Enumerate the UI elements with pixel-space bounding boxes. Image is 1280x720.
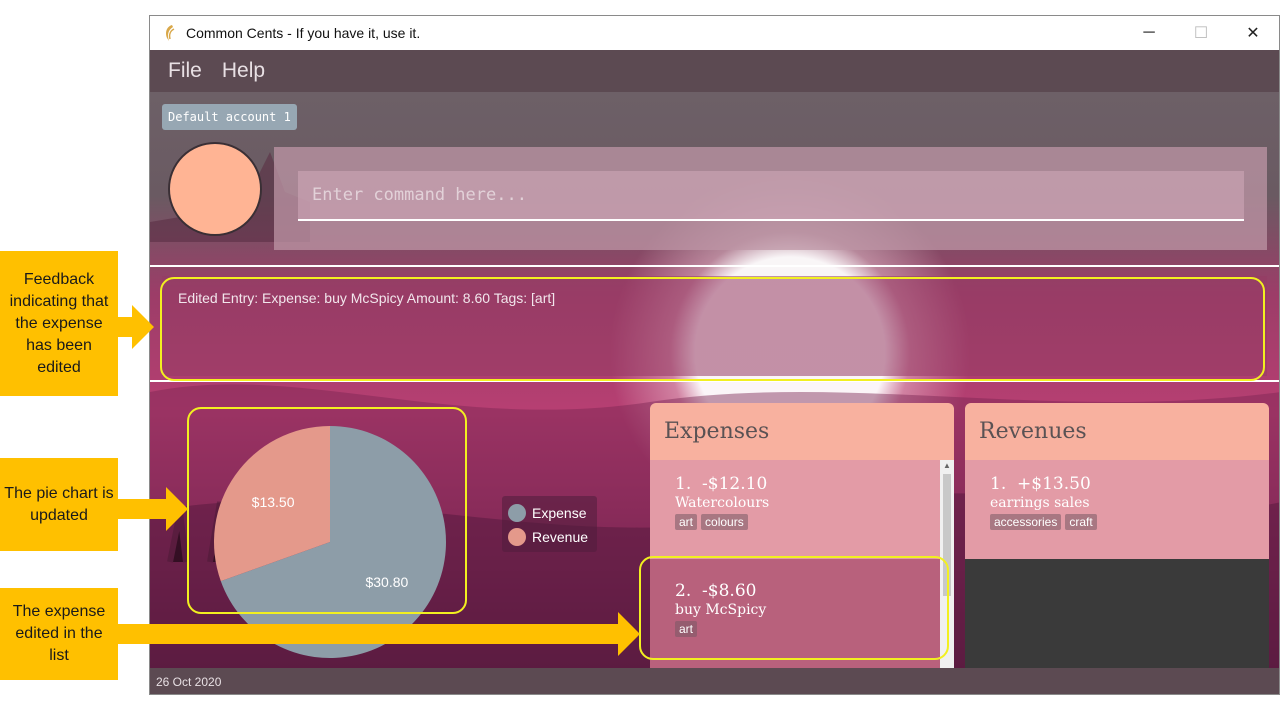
app-logo-icon [166, 25, 175, 41]
avatar [168, 142, 262, 236]
entry-title: 1. -$12.10 [675, 474, 768, 494]
title-bar: Common Cents - If you have it, use it. ─… [150, 16, 1279, 50]
callout-pie: The pie chart is updated [0, 458, 118, 551]
entry-tags: art colours [675, 514, 954, 530]
menu-file[interactable]: File [168, 59, 202, 83]
highlight-pie [187, 407, 467, 614]
arrow-pie [118, 487, 188, 531]
revenues-panel: Revenues 1. +$13.50 earrings sales acces… [965, 403, 1269, 668]
entry-description: earrings sales [990, 495, 1090, 511]
legend-label-expense: Expense [532, 505, 587, 521]
close-button[interactable]: ✕ [1227, 16, 1279, 50]
legend-label-revenue: Revenue [532, 529, 589, 545]
legend-item-expense: Expense [508, 501, 591, 525]
status-bar: 26 Oct 2020 [150, 668, 1279, 694]
expenses-title: Expenses [650, 403, 954, 460]
legend-item-revenue: Revenue [508, 525, 591, 549]
window-title: Common Cents - If you have it, use it. [186, 25, 421, 41]
command-input[interactable] [298, 171, 1244, 221]
legend-swatch-revenue [508, 528, 526, 546]
arrow-feedback [118, 305, 154, 349]
maximize-button[interactable]: ☐ [1175, 16, 1227, 50]
entry-description: Watercolours [675, 495, 770, 511]
command-panel [274, 147, 1267, 250]
menu-bar: File Help [150, 50, 1279, 92]
screenshot-stage: Feedback indicating that the expense has… [0, 0, 1280, 720]
callout-list: The expense edited in the list [0, 588, 118, 680]
highlight-feedback [160, 277, 1265, 381]
tag: colours [701, 514, 748, 530]
entry-title: 1. +$13.50 [990, 474, 1091, 494]
status-date: 26 Oct 2020 [156, 675, 222, 689]
tag: craft [1065, 514, 1097, 530]
tag: art [675, 514, 698, 530]
revenues-title: Revenues [965, 403, 1269, 460]
chart-legend: Expense Revenue [502, 496, 597, 552]
scroll-up-icon[interactable]: ▲ [940, 460, 954, 472]
legend-swatch-expense [508, 504, 526, 522]
list-item[interactable]: 1. -$12.10 Watercolours art colours [650, 460, 954, 559]
revenues-list[interactable]: 1. +$13.50 earrings sales accessories cr… [965, 460, 1269, 668]
account-tag[interactable]: Default account 1 [162, 104, 297, 130]
entry-tags: accessories craft [990, 514, 1269, 530]
list-item[interactable]: 1. +$13.50 earrings sales accessories cr… [965, 460, 1269, 559]
tag: accessories [990, 514, 1062, 530]
arrow-list [118, 612, 640, 656]
divider-top [150, 265, 1279, 267]
callout-feedback: Feedback indicating that the expense has… [0, 251, 118, 396]
menu-help[interactable]: Help [222, 59, 265, 83]
minimize-button[interactable]: ─ [1123, 16, 1175, 50]
highlight-edited-entry [639, 556, 949, 660]
